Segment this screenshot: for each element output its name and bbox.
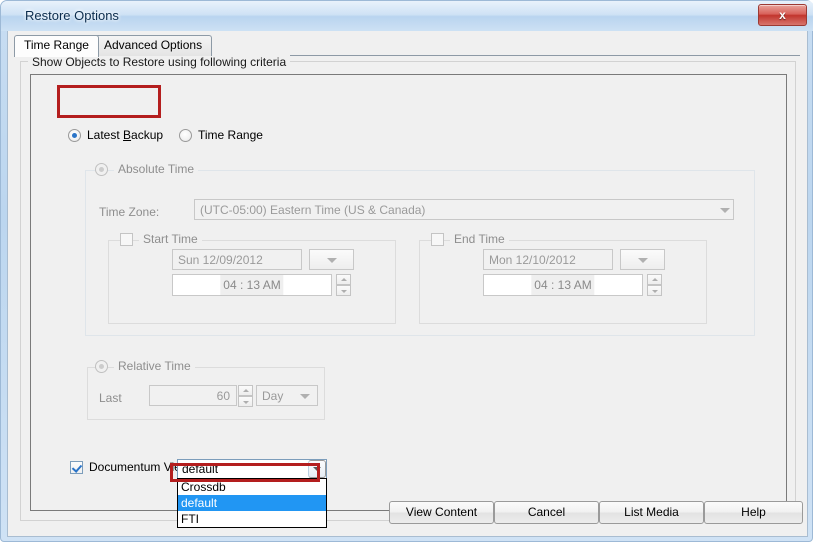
title-bar: Restore Options x — [1, 1, 813, 31]
help-button[interactable]: Help — [704, 501, 803, 524]
radio-latest-backup[interactable] — [68, 129, 81, 142]
time-zone-value: (UTC-05:00) Eastern Time (US & Canada) — [200, 203, 426, 217]
end-time-spinner[interactable] — [647, 274, 662, 296]
calendar-dropdown-icon — [637, 257, 648, 263]
criteria-inner-panel: Latest Backup Time Range Absolute Time T… — [30, 74, 787, 511]
documentum-view-combo[interactable]: default — [177, 459, 327, 479]
time-zone-dropdown-arrow[interactable] — [717, 200, 733, 219]
radio-relative-time[interactable] — [95, 360, 108, 373]
start-time-value: 04 : 13 AM — [220, 275, 284, 295]
time-zone-label: Time Zone: — [99, 205, 160, 219]
arrow-down-icon — [242, 400, 249, 404]
radio-latest-backup-label: Latest Backup — [87, 128, 164, 142]
spinner-up-button[interactable] — [647, 274, 662, 285]
arrow-up-icon — [651, 277, 658, 281]
radio-time-range-label: Time Range — [198, 128, 263, 142]
spinner-down-button[interactable] — [336, 285, 351, 296]
chevron-down-icon — [300, 393, 310, 399]
tab-advanced-options[interactable]: Advanced Options — [94, 35, 213, 56]
start-date-field[interactable]: Sun 12/09/2012 — [172, 249, 302, 270]
end-time-checkbox[interactable] — [431, 233, 444, 246]
end-time-label: End Time — [450, 233, 509, 246]
spinner-up-button[interactable] — [336, 274, 351, 285]
spinner-up-button[interactable] — [238, 385, 253, 396]
absolute-time-label: Absolute Time — [114, 163, 199, 176]
start-date-picker-button[interactable] — [309, 249, 354, 270]
arrow-up-icon — [340, 277, 347, 281]
relative-time-label: Relative Time — [114, 360, 195, 373]
close-icon: x — [779, 8, 786, 22]
tab-strip: Time Range Advanced Options — [14, 35, 800, 57]
dropdown-option-crossdb[interactable]: Crossdb — [178, 479, 326, 495]
dropdown-option-fti[interactable]: FTI — [178, 511, 326, 527]
dialog-client-area: Time Range Advanced Options Show Objects… — [7, 31, 808, 537]
documentum-view-dropdown-button[interactable] — [308, 460, 326, 478]
start-time-checkbox[interactable] — [120, 233, 133, 246]
view-content-button[interactable]: View Content — [389, 501, 494, 524]
spinner-down-button[interactable] — [238, 396, 253, 407]
relative-amount-field[interactable]: 60 — [149, 385, 237, 406]
chevron-down-icon — [313, 467, 321, 471]
documentum-view-checkbox[interactable] — [70, 461, 83, 474]
tab-time-range[interactable]: Time Range — [14, 35, 99, 57]
arrow-down-icon — [651, 289, 658, 293]
calendar-dropdown-icon — [326, 257, 337, 263]
radio-absolute-time[interactable] — [95, 163, 108, 176]
arrow-down-icon — [340, 289, 347, 293]
start-time-label: Start Time — [139, 233, 202, 246]
arrow-up-icon — [242, 388, 249, 392]
start-time-field[interactable]: 04 : 13 AM — [172, 274, 332, 296]
restore-options-window: Restore Options x Time Range Advanced Op… — [0, 0, 813, 542]
end-date-field[interactable]: Mon 12/10/2012 — [483, 249, 613, 270]
criteria-groupbox-legend: Show Objects to Restore using following … — [28, 55, 291, 69]
dropdown-option-default[interactable]: default — [178, 495, 326, 511]
last-label: Last — [99, 391, 122, 405]
documentum-view-label: Documentum View — [89, 460, 190, 474]
window-title: Restore Options — [25, 8, 119, 23]
time-zone-combo[interactable]: (UTC-05:00) Eastern Time (US & Canada) — [194, 199, 734, 220]
cancel-button[interactable]: Cancel — [494, 501, 599, 524]
relative-amount-spinner[interactable] — [238, 385, 253, 407]
start-time-spinner[interactable] — [336, 274, 351, 296]
documentum-view-selected-value: default — [182, 462, 219, 476]
spinner-down-button[interactable] — [647, 285, 662, 296]
chevron-down-icon — [720, 207, 730, 213]
relative-unit-dropdown-arrow[interactable] — [296, 387, 314, 404]
end-time-field[interactable]: 04 : 13 AM — [483, 274, 643, 296]
list-media-button[interactable]: List Media — [599, 501, 704, 524]
end-date-picker-button[interactable] — [620, 249, 665, 270]
radio-time-range[interactable] — [179, 129, 192, 142]
close-button[interactable]: x — [758, 4, 807, 26]
documentum-view-dropdown-list[interactable]: Crossdb default FTI — [177, 478, 327, 528]
end-time-value: 04 : 13 AM — [531, 275, 595, 295]
